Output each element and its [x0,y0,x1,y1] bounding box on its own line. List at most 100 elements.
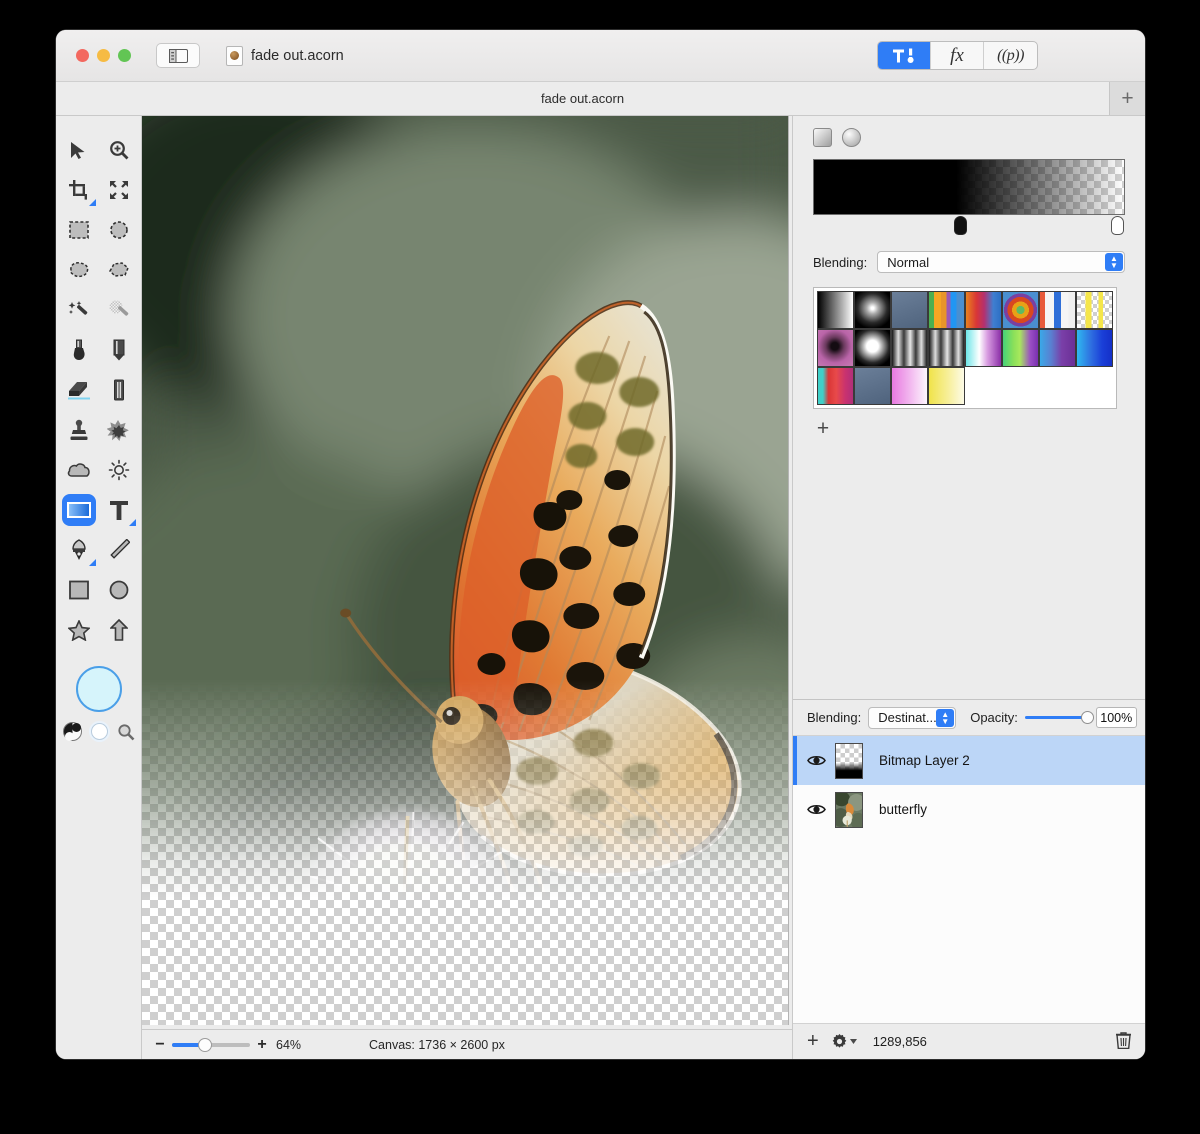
document-icon [226,45,243,66]
magic-wand-tool[interactable] [59,290,99,330]
gradient-preset-19[interactable] [928,367,965,405]
radial-gradient-shape-button[interactable] [842,128,861,147]
foreground-color-swatch[interactable] [75,666,122,712]
minimize-button[interactable] [97,49,110,62]
gradient-preset-2[interactable] [891,291,928,329]
zoom-in-button[interactable]: + [254,1036,270,1054]
layers-header: Blending: Destinat... ▲ ▼ Opacity: 100% [793,700,1145,736]
delete-layer-button[interactable] [1116,1031,1131,1052]
crop-icon [68,180,87,200]
gradient-preview-bar[interactable] [813,159,1125,215]
bezier-pen-tool[interactable] [59,530,99,570]
zoom-slider[interactable] [172,1037,250,1052]
text-tool-submenu-indicator[interactable] [128,519,136,526]
ellipse-select-tool[interactable] [99,210,139,250]
zoom-out-button[interactable]: − [152,1036,168,1054]
add-layer-button[interactable]: + [807,1030,819,1053]
tab-fade-out[interactable]: fade out.acorn [56,82,1109,115]
add-gradient-preset-button[interactable]: + [813,417,833,441]
text-t-icon [109,500,128,520]
instant-alpha-tool[interactable] [99,290,139,330]
star-shape-tool[interactable] [59,610,99,650]
app-body: − + 64% Canvas: 1736 × 2600 px Blending:… [56,116,1145,1059]
gradient-stop-1[interactable] [1111,216,1124,235]
canvas-scroll-view[interactable] [142,116,792,1029]
layer-blending-value: Destinat... [878,710,937,725]
layer-visibility-toggle[interactable] [807,803,831,816]
filters-button[interactable]: fx [931,42,984,69]
color-picker-icon[interactable] [117,723,135,741]
layer-visibility-toggle[interactable] [807,754,831,767]
blur-tool[interactable] [59,450,99,490]
gradient-preset-18[interactable] [891,367,928,405]
document-title: fade out.acorn [251,47,344,64]
move-tool[interactable] [59,130,99,170]
clone-stamp-tool[interactable] [59,410,99,450]
crop-tool[interactable] [59,170,99,210]
eraser-tool[interactable] [59,370,99,410]
dodge-burn-tool[interactable] [99,450,139,490]
gradient-preset-16[interactable] [817,367,854,405]
gradient-preset-6[interactable] [1039,291,1076,329]
crop-tool-submenu-indicator[interactable] [88,199,96,206]
gradient-preset-4[interactable] [965,291,1002,329]
new-tab-button[interactable]: + [1109,82,1145,115]
layer-opacity-field[interactable]: 100% [1095,707,1137,728]
document-canvas[interactable] [142,116,789,1025]
magic-wand-icon [68,301,87,315]
gradient-preset-1[interactable] [854,291,891,329]
arrow-shape-tool[interactable] [99,610,139,650]
gradient-preset-11[interactable] [928,329,965,367]
gradient-stop-0[interactable] [954,216,967,235]
layer-list: Bitmap Layer 2 butterfly [793,736,1145,1023]
canvas-dimensions: Canvas: 1736 × 2600 px [369,1037,505,1052]
background-color-swatch[interactable] [90,723,108,740]
layer-row-butterfly[interactable]: butterfly [793,785,1145,834]
gradient-preset-3[interactable] [928,291,965,329]
gradient-preset-15[interactable] [1076,329,1113,367]
zoom-button[interactable] [118,49,131,62]
layer-opacity-slider[interactable] [1024,711,1094,724]
tools-palette-button[interactable] [878,42,931,69]
swap-colors-button[interactable] [62,722,82,741]
opacity-slider-knob[interactable] [1080,711,1094,724]
polygon-lasso-tool[interactable] [99,250,139,290]
gradient-preset-8[interactable] [817,329,854,367]
layer-row-bitmap-layer-2[interactable]: Bitmap Layer 2 [793,736,1145,785]
gradient-preset-13[interactable] [1002,329,1039,367]
gradient-preset-5[interactable] [1002,291,1039,329]
transform-tool[interactable] [99,170,139,210]
layer-blending-select[interactable]: Destinat... ▲ ▼ [868,706,957,729]
gradient-preset-7[interactable] [1076,291,1113,329]
close-button[interactable] [76,49,89,62]
pencil-icon [113,339,124,361]
gradient-preset-9[interactable] [854,329,891,367]
smudge-tool[interactable] [99,410,139,450]
layer-options-button[interactable] [832,1034,857,1049]
gradient-tool[interactable] [59,490,99,530]
ellipse-shape-tool[interactable] [99,570,139,610]
text-tool[interactable] [99,490,139,530]
presets-button[interactable]: ((p)) [984,42,1037,69]
gradient-preset-14[interactable] [1039,329,1076,367]
marker-tool[interactable] [99,370,139,410]
gradient-stops [813,215,1125,237]
zoom-slider-knob[interactable] [198,1037,212,1052]
gradient-preset-0[interactable] [817,291,854,329]
pen-tool-submenu-indicator[interactable] [88,559,96,566]
instant-alpha-wand-icon [109,300,128,316]
gradient-blending-select[interactable]: Normal ▲ ▼ [877,251,1125,273]
gradient-preset-10[interactable] [891,329,928,367]
gradient-preset-17[interactable] [854,367,891,405]
lasso-tool[interactable] [59,250,99,290]
gradient-presets-grid [813,287,1117,409]
pencil-tool[interactable] [99,330,139,370]
sidebar-toggle-button[interactable] [156,43,200,68]
zoom-tool[interactable] [99,130,139,170]
paintbrush-tool[interactable] [59,330,99,370]
gradient-preset-12[interactable] [965,329,1002,367]
linear-gradient-shape-button[interactable] [813,128,832,147]
rectangle-select-tool[interactable] [59,210,99,250]
line-tool[interactable] [99,530,139,570]
rectangle-shape-tool[interactable] [59,570,99,610]
